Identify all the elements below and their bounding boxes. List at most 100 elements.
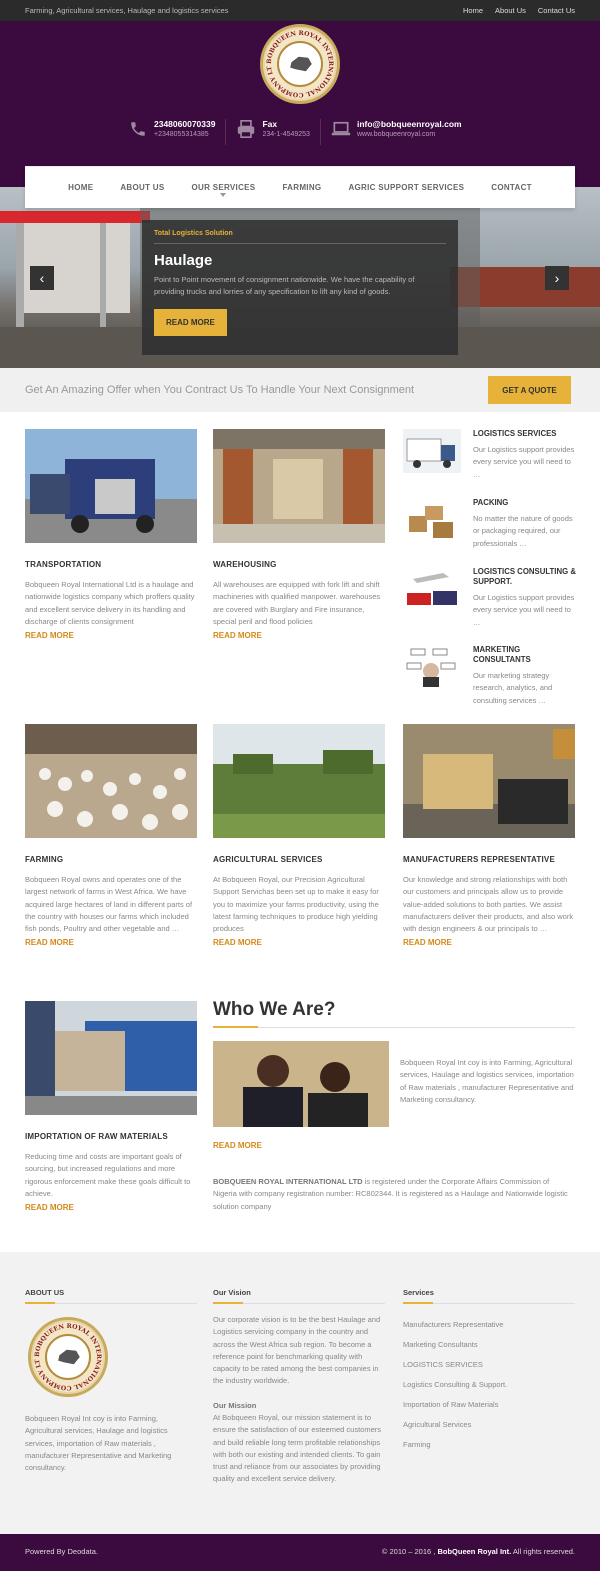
slide-text: Point to Point movement of consignment n… <box>154 275 415 296</box>
footer-vision-text: Our corporate vision is to be the best H… <box>213 1315 381 1386</box>
service-title: WAREHOUSING <box>213 560 277 569</box>
footer-accent <box>25 1302 55 1304</box>
caption-divider <box>154 243 446 244</box>
nav-contact[interactable]: CONTACT <box>491 183 532 192</box>
website-url[interactable]: www.bobqueenroyal.com <box>357 131 462 138</box>
top-links: Home About Us Contact Us <box>463 6 575 15</box>
read-more-link[interactable]: READ MORE <box>213 631 385 640</box>
bottom-bar: Powered By Deodata. © 2010 – 2016 , BobQ… <box>0 1534 600 1571</box>
station-canopy <box>0 211 150 223</box>
consulting-thumbnail[interactable] <box>403 567 461 611</box>
laptop-icon <box>331 119 351 139</box>
nav-about[interactable]: ABOUT US <box>120 183 164 192</box>
service-card-manufacturers: MANUFACTURERS REPRESENTATIVE Our knowled… <box>403 724 575 947</box>
read-more-link[interactable]: READ MORE <box>25 1203 197 1212</box>
company-logo[interactable]: BOBQUEEN ROYAL INTERNATIONAL COMPANY LTD <box>260 24 340 104</box>
marketing-thumbnail[interactable] <box>403 645 461 689</box>
main-nav: HOME ABOUT US OUR SERVICES FARMING AGRIC… <box>25 166 575 208</box>
logo-center <box>277 41 323 87</box>
who-we-are-heading: Who We Are? <box>213 999 336 1020</box>
copyright-rights: All rights reserved. <box>511 1547 575 1556</box>
get-quote-button[interactable]: GET A QUOTE <box>488 376 571 404</box>
service-text: Our knowledge and strong relationships w… <box>403 875 574 934</box>
side-service-text: Our marketing strategy research, analyti… <box>473 671 553 705</box>
heading-divider <box>213 1027 575 1028</box>
slide-caption: Total Logistics Solution Haulage Point t… <box>142 220 458 355</box>
site-header: BOBQUEEN ROYAL INTERNATIONAL COMPANY LTD… <box>0 21 600 188</box>
copyright-company: BobQueen Royal Int. <box>435 1547 512 1556</box>
footer-link[interactable]: Logistics Consulting & Support. <box>403 1380 507 1389</box>
nav-farming[interactable]: FARMING <box>282 183 321 192</box>
side-service-text: No matter the nature of goods or packagi… <box>473 514 573 548</box>
company-name: BOBQUEEN ROYAL INTERNATIONAL LTD <box>213 1177 363 1186</box>
who-read-more-link[interactable]: READ MORE <box>213 1141 262 1150</box>
footer-mission-heading: Our Mission <box>213 1401 257 1410</box>
side-service-marketing: MARKETING CONSULTANTS Our marketing stra… <box>403 645 575 705</box>
warehousing-image[interactable] <box>213 429 385 543</box>
contact-fax: Fax 234-1-4549253 <box>226 119 321 145</box>
side-service-text: Our Logistics support provides every ser… <box>473 445 575 479</box>
side-service-packing: PACKING No matter the nature of goods or… <box>403 498 575 558</box>
logistics-thumbnail[interactable] <box>403 429 461 473</box>
importation-image[interactable] <box>25 1001 197 1115</box>
side-service-title: MARKETING CONSULTANTS <box>473 645 531 664</box>
copyright: © 2010 – 2016 , BobQueen Royal Int. All … <box>382 1547 575 1556</box>
tagline: Farming, Agricultural services, Haulage … <box>25 6 229 15</box>
footer-accent <box>213 1302 243 1304</box>
footer-link[interactable]: Farming <box>403 1440 431 1449</box>
fax-number: 234-1-4549253 <box>262 131 310 138</box>
footer-logo[interactable]: BOBQUEEN ROYAL INTERNATIONAL COMPANY LTD <box>28 1317 108 1397</box>
read-more-link[interactable]: READ MORE <box>25 938 197 947</box>
side-service-title: LOGISTICS SERVICES <box>473 429 557 438</box>
agricultural-image[interactable] <box>213 724 385 838</box>
slide-kicker: Total Logistics Solution <box>154 230 233 237</box>
phone-icon <box>128 119 148 139</box>
contact-strip: 2348060070339 +2348055314385 Fax 234-1-454… <box>118 119 472 145</box>
chevron-left-icon: ‹ <box>39 270 45 286</box>
who-we-are-text: Bobqueen Royal Int coy is into Farming, … <box>400 1058 574 1104</box>
service-card-agricultural: AGRICULTURAL SERVICES At Bobqueen Royal,… <box>213 724 385 947</box>
map-icon <box>290 56 312 72</box>
service-title: FARMING <box>25 855 64 864</box>
footer-link[interactable]: Importation of Raw Materials <box>403 1400 498 1409</box>
farming-image[interactable] <box>25 724 197 838</box>
phone-number[interactable]: 2348060070339 <box>154 119 215 129</box>
email-address[interactable]: info@bobqueenroyal.com <box>357 119 462 129</box>
service-text: Bobqueen Royal International Ltd is a ha… <box>25 580 195 626</box>
powered-by[interactable]: Powered By Deodata. <box>25 1547 98 1556</box>
nav-agric-support[interactable]: AGRIC SUPPORT SERVICES <box>348 183 464 192</box>
transportation-image[interactable] <box>25 429 197 543</box>
footer-services-heading: Services <box>403 1288 434 1297</box>
station-pillar <box>100 223 106 333</box>
footer-link[interactable]: Manufacturers Representative <box>403 1320 503 1329</box>
side-service-logistics: LOGISTICS SERVICES Our Logistics support… <box>403 429 575 489</box>
top-link-contact[interactable]: Contact Us <box>538 6 575 15</box>
footer-vision-heading: Our Vision <box>213 1288 251 1297</box>
footer-link[interactable]: Marketing Consultants <box>403 1340 478 1349</box>
top-bar: Farming, Agricultural services, Haulage … <box>0 0 600 21</box>
footer-link[interactable]: Agricultural Services <box>403 1420 471 1429</box>
slider-prev-button[interactable]: ‹ <box>30 266 54 290</box>
service-card-warehousing: WAREHOUSING All warehouses are equipped … <box>213 429 385 640</box>
heading-accent <box>213 1026 258 1028</box>
side-service-logistics-consulting: LOGISTICS CONSULTING & SUPPORT. Our Logi… <box>403 567 576 627</box>
top-link-about[interactable]: About Us <box>495 6 526 15</box>
footer-about-heading: ABOUT US <box>25 1288 65 1297</box>
contact-email: info@bobqueenroyal.com www.bobqueenroyal.… <box>321 119 472 145</box>
map-icon <box>58 1349 80 1365</box>
slider-next-button[interactable]: › <box>545 266 569 290</box>
nav-home[interactable]: HOME <box>68 183 93 192</box>
packing-thumbnail[interactable] <box>403 498 461 542</box>
service-title: TRANSPORTATION <box>25 560 102 569</box>
nav-our-services[interactable]: OUR SERVICES <box>192 183 256 197</box>
copyright-years: © 2010 – 2016 , <box>381 1547 436 1556</box>
chevron-right-icon: › <box>554 270 560 286</box>
read-more-link[interactable]: READ MORE <box>403 938 575 947</box>
slide-read-more-button[interactable]: READ MORE <box>154 309 227 336</box>
read-more-link[interactable]: READ MORE <box>25 631 197 640</box>
footer-link[interactable]: LOGISTICS SERVICES <box>403 1360 483 1369</box>
manufacturers-image[interactable] <box>403 724 575 838</box>
footer-mission-text: At Bobqueen Royal, our mission statement… <box>213 1413 382 1484</box>
read-more-link[interactable]: READ MORE <box>213 938 385 947</box>
top-link-home[interactable]: Home <box>463 6 483 15</box>
